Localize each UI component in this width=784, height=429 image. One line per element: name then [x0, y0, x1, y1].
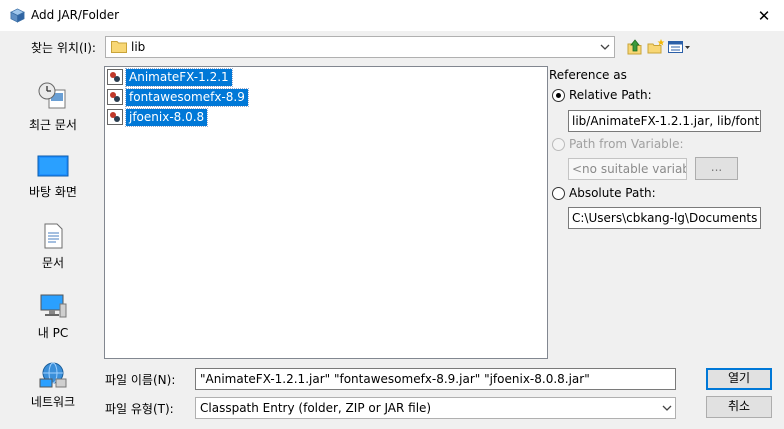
absolute-path-radio[interactable]	[552, 187, 565, 200]
new-folder-icon	[647, 39, 665, 54]
relative-path-field[interactable]: lib/AnimateFX-1.2.1.jar, lib/fontawesome…	[568, 110, 761, 132]
browse-variable-button[interactable]: ...	[695, 157, 738, 180]
jar-file-icon	[107, 89, 123, 105]
cancel-button[interactable]: 취소	[706, 396, 772, 418]
place-documents[interactable]: 문서	[18, 222, 88, 284]
network-icon	[39, 362, 67, 388]
file-item[interactable]: AnimateFX-1.2.1	[107, 67, 233, 87]
place-label: 내 PC	[37, 326, 69, 340]
path-from-variable-radio[interactable]	[552, 138, 565, 151]
open-button[interactable]: 열기	[706, 368, 772, 390]
desktop-icon	[37, 155, 69, 177]
view-menu-button[interactable]	[667, 37, 691, 57]
file-name: fontawesomefx-8.9	[125, 87, 249, 107]
close-button[interactable]: ✕	[744, 0, 784, 31]
place-label: 최근 문서	[29, 118, 77, 132]
close-icon: ✕	[757, 6, 771, 25]
variable-field: <no suitable variable>	[568, 158, 687, 180]
app-cube-icon	[10, 8, 25, 23]
place-network[interactable]: 네트워크	[18, 361, 88, 423]
place-recent-documents[interactable]: 최근 문서	[18, 80, 88, 142]
file-name-label: 파일 이름(N):	[105, 373, 176, 387]
place-label: 네트워크	[30, 395, 76, 409]
recent-documents-icon	[38, 82, 66, 109]
new-folder-button[interactable]	[646, 37, 666, 57]
jar-file-icon	[107, 109, 123, 125]
file-name: jfoenix-8.0.8	[124, 107, 209, 127]
place-this-pc[interactable]: 내 PC	[18, 292, 88, 354]
absolute-path-label[interactable]: Absolute Path:	[569, 186, 656, 200]
look-in-label: 찾는 위치(I):	[31, 41, 96, 55]
look-in-combo[interactable]: lib	[105, 36, 615, 58]
file-type-label: 파일 유형(T):	[105, 402, 174, 416]
file-name: AnimateFX-1.2.1	[125, 67, 233, 87]
file-list[interactable]: AnimateFX-1.2.1 fontawesomefx-8.9 jfoeni…	[104, 66, 548, 359]
up-one-level-button[interactable]	[625, 37, 645, 57]
documents-icon	[44, 223, 63, 249]
view-menu-icon	[668, 41, 690, 53]
look-in-value: lib	[131, 40, 146, 54]
window-title: Add JAR/Folder	[31, 8, 120, 22]
reference-as-heading: Reference as	[549, 68, 627, 82]
file-type-combo[interactable]: Classpath Entry (folder, ZIP or JAR file…	[195, 397, 676, 419]
path-from-variable-label: Path from Variable:	[569, 137, 684, 151]
computer-icon	[40, 294, 67, 318]
place-desktop[interactable]: 바탕 화면	[18, 153, 88, 215]
chevron-down-icon[interactable]	[598, 40, 612, 54]
chevron-down-icon[interactable]	[660, 401, 674, 415]
file-item[interactable]: jfoenix-8.0.8	[107, 107, 209, 127]
place-label: 바탕 화면	[29, 185, 77, 199]
absolute-path-field[interactable]: C:\Users\cbkang-lg\Documents	[568, 207, 761, 229]
jar-file-icon	[107, 69, 123, 85]
relative-path-label[interactable]: Relative Path:	[569, 88, 652, 102]
file-item[interactable]: fontawesomefx-8.9	[107, 87, 249, 107]
place-label: 문서	[41, 256, 65, 270]
file-type-value: Classpath Entry (folder, ZIP or JAR file…	[200, 401, 432, 415]
up-folder-icon	[627, 39, 642, 55]
title-bar: Add JAR/Folder ✕	[0, 0, 784, 31]
folder-icon	[111, 41, 127, 53]
relative-path-radio[interactable]	[552, 89, 565, 102]
file-name-input[interactable]: "AnimateFX-1.2.1.jar" "fontawesomefx-8.9…	[195, 368, 676, 390]
